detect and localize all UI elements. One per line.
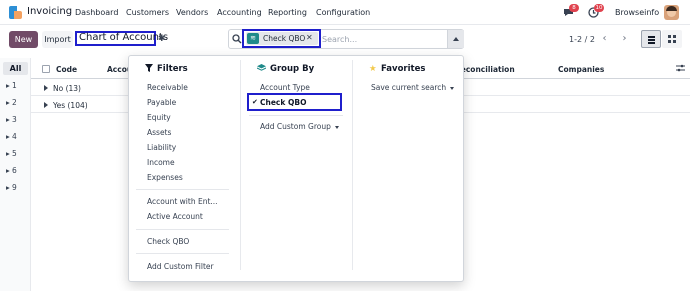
index-item-6[interactable]: 6 — [12, 166, 17, 175]
kanban-view-button[interactable] — [662, 30, 682, 48]
star-icon: ★ — [369, 64, 377, 74]
group-by-heading: Group By — [270, 64, 315, 74]
group-account-type[interactable]: Account Type — [260, 83, 310, 92]
app-title[interactable]: Invoicing — [27, 6, 72, 17]
list-view-button[interactable] — [641, 30, 661, 48]
add-custom-filter[interactable]: Add Custom Filter — [147, 262, 214, 271]
new-button[interactable]: New — [9, 31, 38, 48]
save-current-search-label: Save current search — [371, 83, 447, 92]
filter-equity[interactable]: Equity — [147, 113, 171, 122]
nav-dashboard[interactable]: Dashboard — [75, 8, 118, 17]
nav-reporting[interactable]: Reporting — [268, 8, 307, 17]
filter-income[interactable]: Income — [147, 158, 175, 167]
import-button[interactable]: Import — [42, 31, 73, 48]
caret-down-icon — [334, 125, 339, 129]
pager-value[interactable]: 1-2 / 2 — [569, 35, 595, 44]
column-companies[interactable]: Companies — [558, 65, 604, 74]
group-row-label[interactable]: Yes (104) — [53, 101, 88, 110]
search-options-toggle[interactable] — [447, 30, 464, 48]
caret-right-icon — [44, 102, 48, 108]
menu-divider — [136, 253, 229, 254]
add-custom-group[interactable]: Add Custom Group — [260, 122, 339, 131]
group-row-label[interactable]: No (13) — [53, 84, 81, 93]
filter-account-with-entries[interactable]: Account with Ent... — [147, 197, 218, 206]
activity-badge: 10 — [594, 4, 604, 12]
index-item-2[interactable]: 2 — [12, 98, 17, 107]
user-avatar[interactable] — [664, 5, 679, 20]
menu-divider — [136, 189, 229, 190]
nav-configuration[interactable]: Configuration — [316, 8, 370, 17]
caret-up-icon — [453, 37, 459, 41]
caret-icon: ▸ — [6, 166, 10, 175]
nav-accounting[interactable]: Accounting — [217, 8, 262, 17]
nav-customers[interactable]: Customers — [126, 8, 169, 17]
facet-label: Check QBO — [263, 34, 306, 43]
chevron-right-icon[interactable]: › — [617, 31, 632, 47]
caret-icon: ▸ — [6, 149, 10, 158]
caret-down-icon — [450, 86, 455, 90]
company-name[interactable]: Browseinfo — [615, 8, 659, 17]
filter-assets[interactable]: Assets — [147, 128, 171, 137]
index-item-4[interactable]: 4 — [12, 132, 17, 141]
invoicing-app-icon[interactable] — [9, 6, 22, 19]
group-check-qbo[interactable]: Check QBO — [260, 98, 306, 107]
filter-liability[interactable]: Liability — [147, 143, 176, 152]
add-custom-group-label: Add Custom Group — [260, 122, 331, 131]
chat-badge: 8 — [569, 4, 579, 12]
select-all-checkbox[interactable] — [42, 65, 50, 73]
sliders-icon[interactable] — [676, 64, 685, 74]
filter-receivable[interactable]: Receivable — [147, 83, 188, 92]
index-item-3[interactable]: 3 — [12, 115, 17, 124]
filter-active-account[interactable]: Active Account — [147, 212, 203, 221]
page-title: Chart of Accounts — [79, 32, 169, 43]
search-icon[interactable] — [232, 34, 242, 44]
caret-icon: ▸ — [6, 98, 10, 107]
gear-icon[interactable]: ✱ — [158, 34, 166, 44]
layers-icon: ≋ — [247, 33, 259, 44]
column-code[interactable]: Code — [56, 65, 77, 74]
index-all[interactable]: All — [3, 62, 28, 75]
filters-heading: Filters — [157, 64, 188, 74]
caret-icon: ▸ — [6, 183, 10, 192]
filter-payable[interactable]: Payable — [147, 98, 176, 107]
menu-divider — [249, 115, 343, 116]
index-item-5[interactable]: 5 — [12, 149, 17, 158]
index-item-1[interactable]: 1 — [12, 81, 17, 90]
column-divider — [352, 60, 353, 270]
checkmark-icon: ✔ — [252, 98, 258, 106]
save-current-search[interactable]: Save current search — [371, 83, 455, 92]
chevron-left-icon[interactable]: ‹ — [597, 31, 612, 47]
caret-icon: ▸ — [6, 115, 10, 124]
menu-divider — [136, 229, 229, 230]
caret-icon: ▸ — [6, 132, 10, 141]
caret-icon: ▸ — [6, 81, 10, 90]
nav-vendors[interactable]: Vendors — [176, 8, 208, 17]
search-input[interactable] — [322, 33, 442, 45]
favorites-heading: Favorites — [381, 64, 426, 74]
close-icon[interactable]: ✕ — [306, 33, 313, 42]
filter-icon — [145, 64, 153, 75]
filter-check-qbo[interactable]: Check QBO — [147, 237, 189, 246]
caret-right-icon — [44, 85, 48, 91]
column-divider — [240, 60, 241, 270]
index-item-9[interactable]: 9 — [12, 183, 17, 192]
filter-expenses[interactable]: Expenses — [147, 173, 183, 182]
layers-icon — [256, 64, 267, 75]
